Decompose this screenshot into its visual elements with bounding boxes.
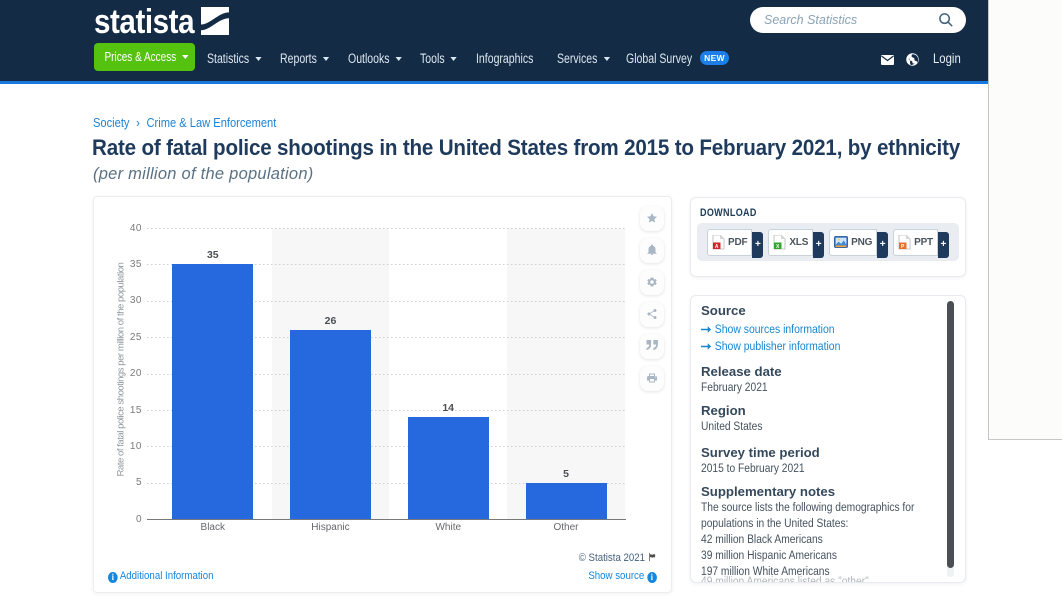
svg-text:A: A — [715, 243, 719, 249]
